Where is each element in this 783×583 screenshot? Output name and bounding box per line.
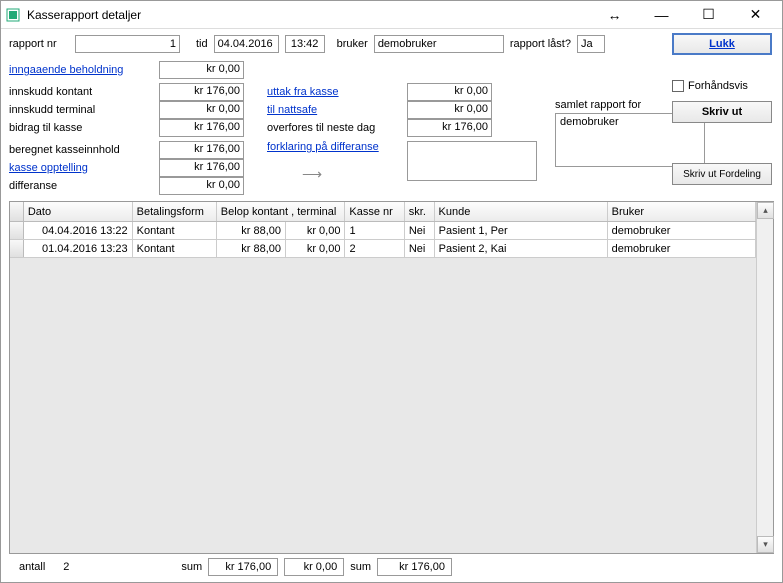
beregnet-value: kr 176,00 [159,141,244,159]
innskudd-kontant-label: innskudd kontant [9,86,159,98]
mid-area: inngaaende beholdning kr 0,00 innskudd k… [9,61,774,195]
differanse-label: differanse [9,180,159,192]
skriv-ut-button[interactable]: Skriv ut [672,101,772,123]
resize-icon[interactable]: ↔ [592,3,637,27]
inngaende-value: kr 0,00 [159,61,244,79]
skriv-ut-fordeling-button[interactable]: Skriv ut Fordeling [672,163,772,185]
maximize-button[interactable]: ☐ [686,3,731,27]
rapport-nr-field[interactable]: 1 [75,35,180,53]
cell-kunde: Pasient 2, Kai [435,240,608,257]
differanse-value: kr 0,00 [159,177,244,195]
forklaring-link[interactable]: forklaring på differanse [267,141,407,153]
col-skr[interactable]: skr. [405,202,435,221]
top-row: rapport nr 1 tid 04.04.2016 13:42 bruker… [9,35,774,53]
window-title: Kasserapport detaljer [27,8,592,22]
grid-rows: 04.04.2016 13:22 Kontant kr 88,00 kr 0,0… [10,222,756,553]
bruker-label: bruker [337,38,368,50]
cell-dato: 04.04.2016 13:22 [24,222,133,239]
grid-main: Dato Betalingsform Belop kontant , termi… [10,202,756,553]
rapport-last-label: rapport låst? [510,38,571,50]
cell-belk: kr 88,00 [217,240,286,257]
uttak-value: kr 0,00 [407,83,492,101]
col-betalingsform[interactable]: Betalingsform [133,202,217,221]
cell-belt: kr 0,00 [286,222,345,239]
sum-label: sum [181,561,202,573]
grid-header: Dato Betalingsform Belop kontant , termi… [10,202,756,222]
sum-terminal: kr 0,00 [284,558,344,576]
nattsafe-value: kr 0,00 [407,101,492,119]
bruker-field[interactable]: demobruker [374,35,504,53]
close-button[interactable]: ✕ [733,3,778,27]
kasse-opptelling-value: kr 176,00 [159,159,244,177]
col-kunde[interactable]: Kunde [435,202,608,221]
table-row[interactable]: 01.04.2016 13:23 Kontant kr 88,00 kr 0,0… [10,240,756,258]
cell-kasse: 1 [345,222,404,239]
rapport-last-field[interactable]: Ja [577,35,605,53]
sum-total: kr 176,00 [377,558,452,576]
col-bruker[interactable]: Bruker [608,202,756,221]
mid-column: uttak fra kasse kr 0,00 til nattsafe kr … [267,61,547,195]
app-icon [5,7,21,23]
antall-value: 2 [63,561,69,573]
scroll-down-icon[interactable]: ▾ [757,536,774,553]
cell-belt: kr 0,00 [286,240,345,257]
cell-belk: kr 88,00 [217,222,286,239]
cell-bruker: demobruker [608,222,756,239]
cell-bet: Kontant [133,240,217,257]
innskudd-kontant-value: kr 176,00 [159,83,244,101]
innskudd-terminal-value: kr 0,00 [159,101,244,119]
time-field[interactable]: 13:42 [285,35,325,53]
bidrag-value: kr 176,00 [159,119,244,137]
date-field[interactable]: 04.04.2016 [214,35,279,53]
nattsafe-link[interactable]: til nattsafe [267,104,407,116]
cell-dato: 01.04.2016 13:23 [24,240,133,257]
forhandsvis-checkbox[interactable] [672,80,684,92]
table-row[interactable]: 04.04.2016 13:22 Kontant kr 88,00 kr 0,0… [10,222,756,240]
content-area: rapport nr 1 tid 04.04.2016 13:42 bruker… [1,29,782,582]
kasse-opptelling-link[interactable]: kasse opptelling [9,162,159,174]
forhandsvis-label: Forhåndsvis [688,80,748,92]
arrow-right-icon: ⟶ [287,166,337,183]
bidrag-label: bidrag til kasse [9,122,159,134]
row-handle[interactable] [10,222,24,239]
lukk-button[interactable]: Lukk [672,33,772,55]
cell-skr: Nei [405,240,435,257]
uttak-link[interactable]: uttak fra kasse [267,86,407,98]
grid-area: Dato Betalingsform Belop kontant , termi… [9,201,774,554]
tid-label: tid [196,38,208,50]
inngaende-link[interactable]: inngaaende beholdning [9,64,159,76]
rapport-nr-label: rapport nr [9,38,69,50]
minimize-button[interactable]: — [639,3,684,27]
titlebar: Kasserapport detaljer ↔ — ☐ ✕ [1,1,782,29]
col-belop[interactable]: Belop kontant , terminal [217,202,346,221]
vertical-scrollbar[interactable]: ▴ ▾ [756,202,773,553]
antall-label: antall [19,561,45,573]
cell-kasse: 2 [345,240,404,257]
beregnet-label: beregnet kasseinnhold [9,144,159,156]
row-handle-header [10,202,24,221]
cell-skr: Nei [405,222,435,239]
footer: antall 2 sum kr 176,00 kr 0,00 sum kr 17… [9,554,774,578]
forhandsvis-check-row[interactable]: Forhåndsvis [672,77,772,95]
forklaring-box[interactable] [407,141,537,181]
window: Kasserapport detaljer ↔ — ☐ ✕ rapport nr… [0,0,783,583]
overfores-label: overfores til neste dag [267,122,407,134]
cell-bruker: demobruker [608,240,756,257]
cell-kunde: Pasient 1, Per [435,222,608,239]
samlet-value: demobruker [560,116,619,128]
left-column: inngaaende beholdning kr 0,00 innskudd k… [9,61,259,195]
cell-bet: Kontant [133,222,217,239]
col-dato[interactable]: Dato [24,202,133,221]
row-handle[interactable] [10,240,24,257]
col-kasse[interactable]: Kasse nr [345,202,404,221]
sum-kontant: kr 176,00 [208,558,278,576]
scroll-up-icon[interactable]: ▴ [757,202,774,219]
sum2-label: sum [350,561,371,573]
innskudd-terminal-label: innskudd terminal [9,104,159,116]
overfores-value: kr 176,00 [407,119,492,137]
